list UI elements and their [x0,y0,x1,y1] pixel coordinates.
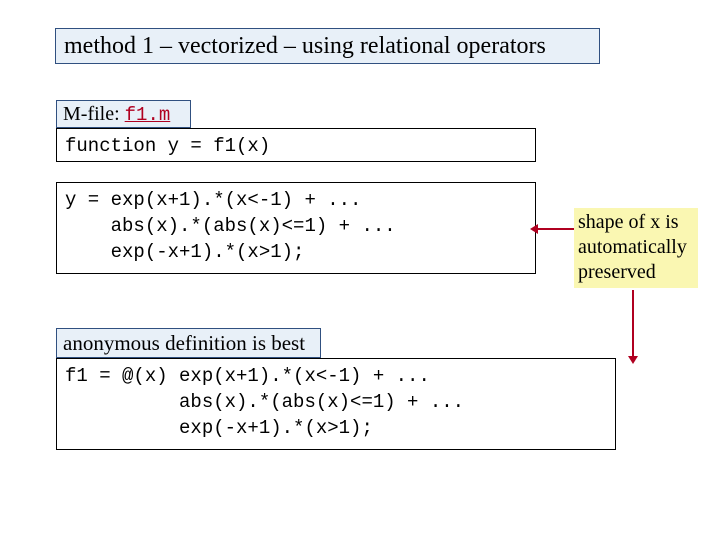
code-function-signature: function y = f1(x) [56,128,536,162]
arrow-left-icon [538,228,574,230]
shape-note: shape of x is automatically preserved [574,208,698,288]
mfile-name: f1.m [125,104,171,126]
mfile-prefix: M-file: [63,103,125,125]
arrow-down-icon [632,290,634,356]
code-anonymous-definition: f1 = @(x) exp(x+1).*(x<-1) + ... abs(x).… [56,358,616,450]
slide-title: method 1 – vectorized – using relational… [55,28,600,64]
code-function-body: y = exp(x+1).*(x<-1) + ... abs(x).*(abs(… [56,182,536,274]
anonymous-label: anonymous definition is best [56,328,321,358]
mfile-label-box: M-file: f1.m [56,100,191,128]
